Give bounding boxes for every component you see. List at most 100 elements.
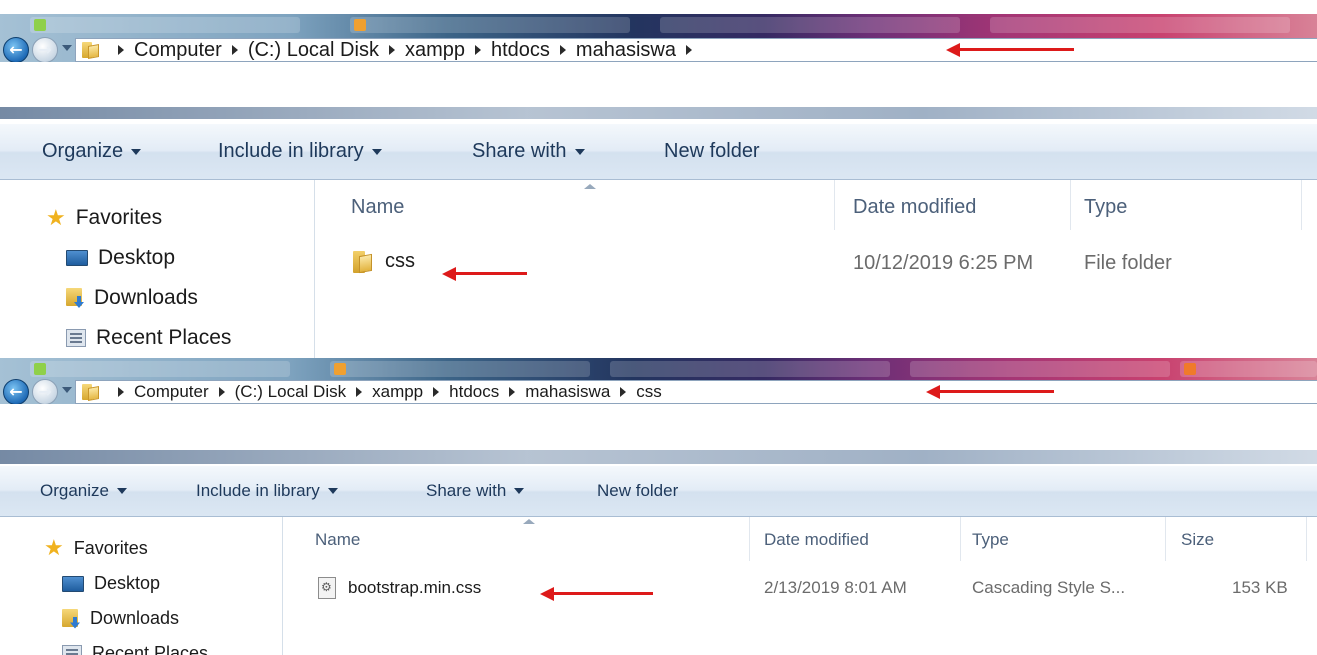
breadcrumb-separator-icon[interactable] <box>685 45 692 55</box>
nav-item-favorites[interactable]: ★ Favorites <box>46 206 162 230</box>
nav-item-recent-places[interactable]: Recent Places <box>62 643 208 655</box>
new-folder-button[interactable]: New folder <box>664 124 760 179</box>
column-header-label: Name <box>315 530 361 549</box>
breadcrumb-item-computer[interactable]: Computer <box>134 382 209 402</box>
nav-item-desktop[interactable]: Desktop <box>62 573 160 594</box>
share-with-button[interactable]: Share with <box>426 466 525 516</box>
back-button[interactable]: ← <box>3 37 29 62</box>
breadcrumb-separator-icon[interactable] <box>433 387 440 397</box>
taskbar-tab[interactable] <box>350 17 630 33</box>
annotation-arrow <box>946 40 1076 60</box>
nav-item-desktop[interactable]: Desktop <box>66 246 175 270</box>
taskbar-tab[interactable] <box>610 361 890 377</box>
breadcrumb-item-local-disk[interactable]: (C:) Local Disk <box>235 382 346 402</box>
column-divider[interactable] <box>749 517 750 561</box>
include-in-library-label: Include in library <box>196 481 320 500</box>
breadcrumb-separator-icon[interactable] <box>388 45 395 55</box>
breadcrumb-item-mahasiswa[interactable]: mahasiswa <box>576 39 676 62</box>
column-divider[interactable] <box>1301 180 1302 230</box>
forward-button[interactable]: → <box>32 37 58 62</box>
file-type: File folder <box>1084 252 1172 274</box>
nav-label: Desktop <box>94 573 161 593</box>
column-divider[interactable] <box>1070 180 1071 230</box>
taskbar-tab[interactable] <box>330 361 590 377</box>
column-divider[interactable] <box>1165 517 1166 561</box>
title-bar: ← → Computer (C:) Local Disk xampp htdoc… <box>0 14 1317 62</box>
column-header-name[interactable]: Name <box>351 180 404 234</box>
taskbar-tab[interactable] <box>990 17 1290 33</box>
annotation-arrow <box>926 382 1056 402</box>
breadcrumb-separator-icon[interactable] <box>559 45 566 55</box>
breadcrumb-item-htdocs[interactable]: htdocs <box>491 39 550 62</box>
desktop-icon <box>66 250 88 266</box>
chevron-down-icon <box>514 488 525 494</box>
address-bar[interactable]: Computer (C:) Local Disk xampp htdocs ma… <box>75 38 1317 62</box>
column-header-label: Type <box>1084 195 1128 218</box>
share-with-button[interactable]: Share with <box>472 124 585 179</box>
column-header-type[interactable]: Type <box>972 517 1009 563</box>
include-in-library-button[interactable]: Include in library <box>196 466 338 516</box>
downloads-icon <box>66 288 84 308</box>
column-header-name[interactable]: Name <box>315 517 360 563</box>
nav-item-downloads[interactable]: Downloads <box>62 608 179 629</box>
breadcrumb-separator-icon[interactable] <box>474 45 481 55</box>
nav-label: Desktop <box>98 246 176 269</box>
file-row-name[interactable]: bootstrap.min.css <box>318 577 481 599</box>
nav-item-recent-places[interactable]: Recent Places <box>66 326 231 350</box>
back-arrow-icon: ← <box>9 382 23 401</box>
organize-button[interactable]: Organize <box>42 124 142 179</box>
explorer-window-mahasiswa: ← → Computer (C:) Local Disk xampp htdoc… <box>0 0 1317 358</box>
breadcrumb-separator-icon[interactable] <box>620 387 627 397</box>
nav-item-favorites[interactable]: ★ Favorites <box>44 537 148 559</box>
breadcrumb-separator-icon[interactable] <box>218 387 225 397</box>
breadcrumb-separator-icon[interactable] <box>356 387 363 397</box>
column-divider[interactable] <box>834 180 835 230</box>
breadcrumb-separator-icon[interactable] <box>231 45 238 55</box>
share-with-label: Share with <box>472 140 567 162</box>
forward-button[interactable]: → <box>32 379 58 404</box>
folder-icon <box>82 42 100 59</box>
breadcrumb-item-mahasiswa[interactable]: mahasiswa <box>525 382 610 402</box>
breadcrumb-item-css[interactable]: css <box>636 382 662 402</box>
new-folder-button[interactable]: New folder <box>597 466 678 516</box>
include-in-library-button[interactable]: Include in library <box>218 124 382 179</box>
recent-places-icon <box>62 644 82 655</box>
chevron-down-icon <box>371 148 382 155</box>
app-icon <box>354 19 366 31</box>
column-divider[interactable] <box>960 517 961 561</box>
address-bar[interactable]: Computer (C:) Local Disk xampp htdocs ma… <box>75 380 1317 404</box>
column-header-type[interactable]: Type <box>1084 180 1127 234</box>
breadcrumb-item-computer[interactable]: Computer <box>134 39 222 62</box>
recent-pages-dropdown-icon[interactable] <box>62 387 72 393</box>
column-divider[interactable] <box>1306 517 1307 561</box>
breadcrumb-item-xampp[interactable]: xampp <box>405 39 465 62</box>
column-header-label: Size <box>1181 530 1215 549</box>
breadcrumb-item-htdocs[interactable]: htdocs <box>449 382 499 402</box>
recent-pages-dropdown-icon[interactable] <box>62 45 72 51</box>
css-file-icon <box>318 577 336 599</box>
back-button[interactable]: ← <box>3 379 29 404</box>
column-header-date-modified[interactable]: Date modified <box>764 517 869 563</box>
explorer-window-css: ← → Computer (C:) Local Disk xampp htdoc… <box>0 358 1317 655</box>
taskbar-tab[interactable] <box>660 17 960 33</box>
file-row-name[interactable]: css <box>353 250 415 273</box>
organize-button[interactable]: Organize <box>40 466 127 516</box>
breadcrumb-separator-icon[interactable] <box>509 387 516 397</box>
breadcrumb-separator-icon[interactable] <box>118 387 124 397</box>
taskbar-tab[interactable] <box>30 361 290 377</box>
sort-ascending-icon <box>584 184 596 189</box>
column-header-date-modified[interactable]: Date modified <box>853 180 976 234</box>
nav-item-downloads[interactable]: Downloads <box>66 286 198 310</box>
star-icon: ★ <box>46 205 66 230</box>
chevron-down-icon <box>327 488 338 494</box>
breadcrumb-item-local-disk[interactable]: (C:) Local Disk <box>248 39 379 62</box>
taskbar-tab[interactable] <box>30 17 300 33</box>
recent-places-icon <box>66 329 86 347</box>
file-size: 153 KB <box>1232 578 1288 597</box>
breadcrumb-item-xampp[interactable]: xampp <box>372 382 423 402</box>
taskbar-tab[interactable] <box>1180 361 1317 377</box>
taskbar-tab[interactable] <box>910 361 1170 377</box>
breadcrumb-separator-icon[interactable] <box>118 45 124 55</box>
new-folder-label: New folder <box>664 140 760 162</box>
column-header-size[interactable]: Size <box>1181 517 1214 563</box>
